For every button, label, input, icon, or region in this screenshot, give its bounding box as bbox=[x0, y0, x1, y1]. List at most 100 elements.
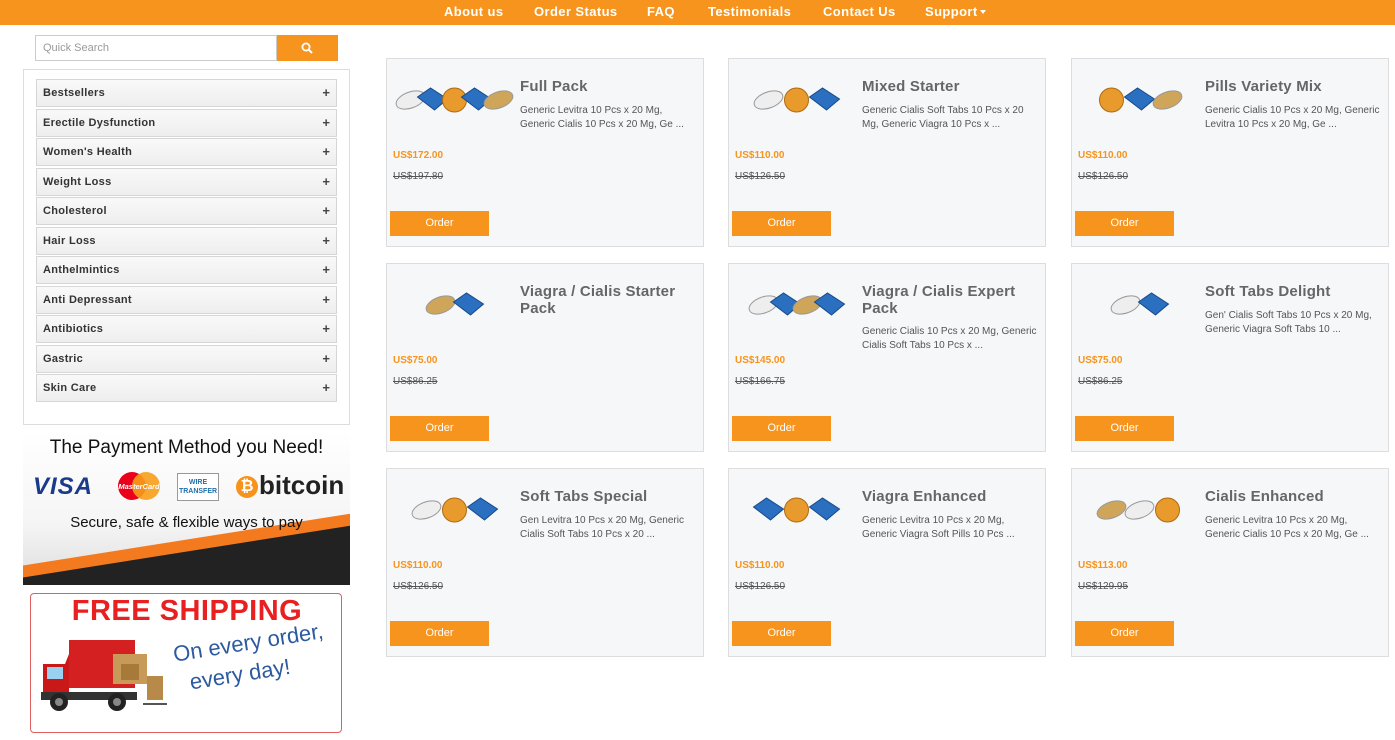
product-pills-image[interactable] bbox=[392, 75, 517, 125]
category-item[interactable]: Erectile Dysfunction + bbox=[36, 108, 337, 137]
category-label: Anthelmintics bbox=[43, 264, 120, 276]
category-item[interactable]: Gastric + bbox=[36, 344, 337, 373]
expand-plus-icon[interactable]: + bbox=[322, 174, 330, 189]
category-label: Skin Care bbox=[43, 382, 97, 394]
product-pills-image[interactable] bbox=[1077, 485, 1202, 535]
expand-plus-icon[interactable]: + bbox=[322, 292, 330, 307]
product-description: Generic Levitra 10 Pcs x 20 Mg, Generic … bbox=[1205, 515, 1369, 540]
expand-plus-icon[interactable]: + bbox=[322, 85, 330, 100]
product-name[interactable]: Cialis Enhanced bbox=[1205, 488, 1385, 505]
order-button[interactable]: Order bbox=[1075, 211, 1174, 236]
category-menu: Bestsellers + Erectile Dysfunction + Women's… bbox=[23, 69, 350, 425]
category-label: Hair Loss bbox=[43, 234, 96, 247]
expand-plus-icon[interactable]: + bbox=[322, 351, 330, 366]
product-price: US$110.00 bbox=[735, 560, 785, 571]
product-card: Viagra / Cialis Expert Pack Generic Ciali… bbox=[728, 263, 1046, 452]
expand-plus-icon[interactable]: + bbox=[322, 203, 330, 218]
product-pills-image[interactable] bbox=[734, 75, 859, 125]
nav-about-us[interactable]: About us bbox=[444, 4, 504, 19]
product-name[interactable]: Viagra Enhanced bbox=[862, 488, 1042, 505]
product-old-price: US$166.75 bbox=[735, 376, 786, 387]
payment-banner-subtitle: Secure, safe & flexible ways to pay bbox=[70, 514, 303, 531]
product-description: Generic Cialis Soft Tabs 10 Pcs x 20 Mg,… bbox=[862, 105, 1024, 130]
product-name[interactable]: Mixed Starter bbox=[862, 78, 1042, 95]
product-old-price: US$86.25 bbox=[1078, 376, 1123, 387]
product-description: Gen Levitra 10 Pcs x 20 Mg, Generic Cial… bbox=[520, 515, 684, 540]
search-input[interactable] bbox=[35, 35, 277, 61]
expand-plus-icon[interactable]: + bbox=[322, 321, 330, 336]
category-item[interactable]: Skin Care + bbox=[36, 374, 337, 402]
product-price: US$113.00 bbox=[1078, 560, 1128, 571]
category-item[interactable]: Anthelmintics + bbox=[36, 256, 337, 284]
nav-contact-us[interactable]: Contact Us bbox=[823, 4, 896, 19]
free-shipping-banner[interactable]: FREE SHIPPING On every order, every day! bbox=[30, 593, 342, 733]
nav-support[interactable]: Support bbox=[925, 4, 986, 19]
category-item[interactable]: Antibiotics + bbox=[36, 315, 337, 343]
product-pills-image[interactable] bbox=[1077, 75, 1202, 125]
product-pills-image[interactable] bbox=[392, 280, 517, 330]
expand-plus-icon[interactable]: + bbox=[322, 144, 330, 159]
wire-transfer-logo: WIRE TRANSFER bbox=[177, 473, 219, 501]
product-old-price: US$129.95 bbox=[1078, 581, 1129, 592]
product-name[interactable]: Full Pack bbox=[520, 78, 700, 95]
expand-plus-icon[interactable]: + bbox=[322, 262, 330, 277]
category-label: Weight Loss bbox=[43, 175, 112, 188]
category-label: Gastric bbox=[43, 352, 84, 365]
chevron-down-icon bbox=[979, 10, 986, 14]
product-old-price: US$126.50 bbox=[735, 581, 786, 592]
category-label: Cholesterol bbox=[43, 205, 107, 217]
bitcoin-icon: ₿ bbox=[236, 476, 258, 498]
category-item[interactable]: Cholesterol + bbox=[36, 197, 337, 225]
product-pills-image[interactable] bbox=[734, 280, 859, 330]
product-old-price: US$86.25 bbox=[393, 376, 438, 387]
product-name[interactable]: Viagra / Cialis Starter Pack bbox=[520, 283, 700, 317]
order-button[interactable]: Order bbox=[732, 416, 831, 441]
expand-plus-icon[interactable]: + bbox=[322, 233, 330, 248]
category-label: Women's Health bbox=[43, 146, 133, 158]
mastercard-logo: MasterCard bbox=[118, 472, 160, 500]
product-card: Soft Tabs Special Gen Levitra 10 Pcs x 20… bbox=[386, 468, 704, 657]
order-button[interactable]: Order bbox=[732, 211, 831, 236]
product-name[interactable]: Viagra / Cialis Expert Pack bbox=[862, 283, 1042, 317]
product-description: Generic Levitra 10 Pcs x 20 Mg, Generic … bbox=[862, 515, 1015, 540]
product-name[interactable]: Soft Tabs Special bbox=[520, 488, 700, 505]
order-button[interactable]: Order bbox=[1075, 416, 1174, 441]
category-item[interactable]: Weight Loss + bbox=[36, 167, 337, 196]
category-item[interactable]: Women's Health + bbox=[36, 138, 337, 166]
product-card: Pills Variety Mix Generic Cialis 10 Pcs x… bbox=[1071, 58, 1389, 247]
expand-plus-icon[interactable]: + bbox=[322, 115, 330, 130]
order-button[interactable]: Order bbox=[390, 211, 489, 236]
product-price: US$110.00 bbox=[393, 560, 443, 571]
product-name[interactable]: Soft Tabs Delight bbox=[1205, 283, 1385, 300]
product-pills-image[interactable] bbox=[734, 485, 859, 535]
mastercard-logo-text: MasterCard bbox=[118, 482, 160, 491]
product-card: Full Pack Generic Levitra 10 Pcs x 20 Mg,… bbox=[386, 58, 704, 247]
product-price: US$110.00 bbox=[735, 150, 785, 161]
product-description: Generic Levitra 10 Pcs x 20 Mg, Generic … bbox=[520, 105, 684, 130]
product-price: US$75.00 bbox=[1078, 355, 1123, 366]
nav-order-status[interactable]: Order Status bbox=[534, 4, 618, 19]
order-button[interactable]: Order bbox=[1075, 621, 1174, 646]
product-description: Generic Cialis 10 Pcs x 20 Mg, Generic L… bbox=[1205, 105, 1380, 130]
product-old-price: US$197.80 bbox=[393, 171, 444, 182]
order-button[interactable]: Order bbox=[732, 621, 831, 646]
expand-plus-icon[interactable]: + bbox=[322, 380, 330, 395]
category-item[interactable]: Bestsellers + bbox=[36, 79, 337, 107]
search-button[interactable] bbox=[277, 35, 338, 61]
product-pills-image[interactable] bbox=[392, 485, 517, 535]
category-label: Antibiotics bbox=[43, 323, 104, 335]
payment-methods-banner[interactable]: The Payment Method you Need! VISA Master… bbox=[23, 431, 350, 585]
category-item[interactable]: Anti Depressant + bbox=[36, 285, 337, 314]
product-name[interactable]: Pills Variety Mix bbox=[1205, 78, 1385, 95]
product-card: Viagra Enhanced Generic Levitra 10 Pcs x … bbox=[728, 468, 1046, 657]
nav-testimonials[interactable]: Testimonials bbox=[708, 4, 791, 19]
order-button[interactable]: Order bbox=[390, 621, 489, 646]
nav-faq[interactable]: FAQ bbox=[647, 4, 675, 19]
product-pills-image[interactable] bbox=[1077, 280, 1202, 330]
bitcoin-logo: ₿ bitcoin bbox=[236, 470, 344, 501]
product-price: US$145.00 bbox=[735, 355, 786, 366]
product-price: US$75.00 bbox=[393, 355, 438, 366]
category-item[interactable]: Hair Loss + bbox=[36, 226, 337, 255]
product-price: US$172.00 bbox=[393, 150, 444, 161]
order-button[interactable]: Order bbox=[390, 416, 489, 441]
